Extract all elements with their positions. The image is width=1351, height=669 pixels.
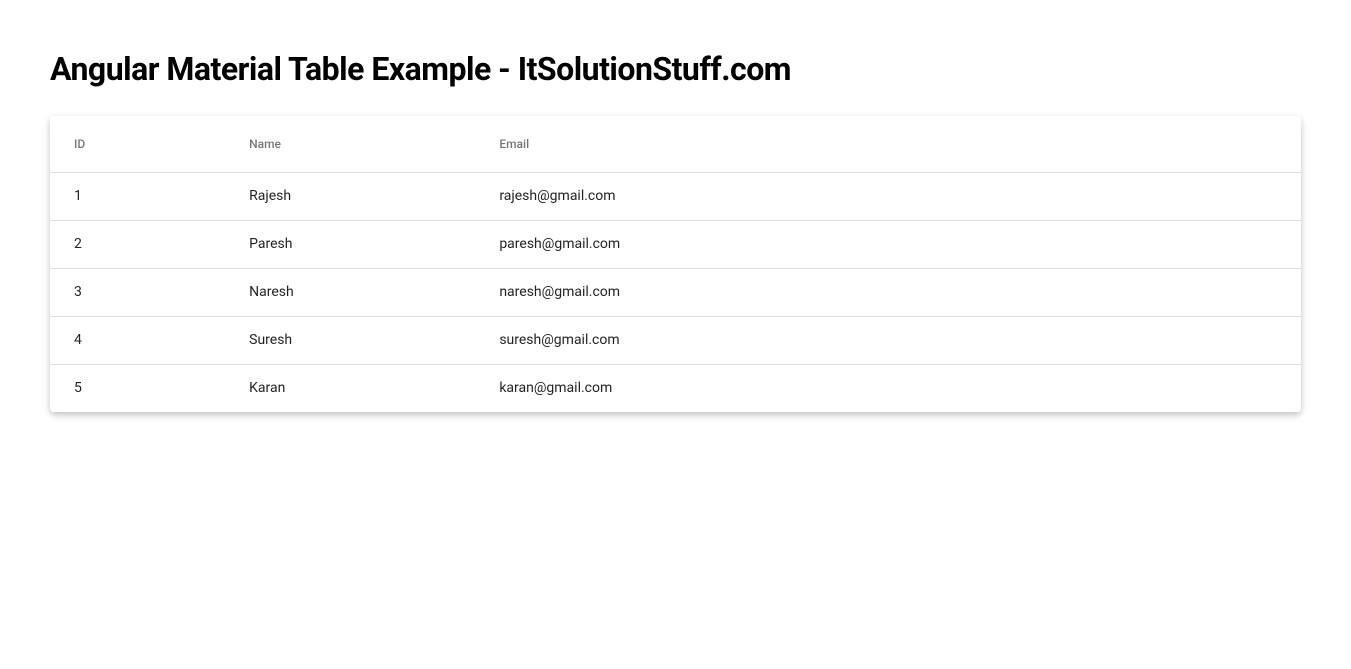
cell-email: suresh@gmail.com	[475, 316, 1301, 364]
table-row: 1 Rajesh rajesh@gmail.com	[50, 172, 1301, 220]
table-card: ID Name Email 1 Rajesh rajesh@gmail.com …	[50, 116, 1301, 412]
cell-id: 4	[50, 316, 225, 364]
column-header-id: ID	[50, 116, 225, 172]
cell-email: paresh@gmail.com	[475, 220, 1301, 268]
data-table: ID Name Email 1 Rajesh rajesh@gmail.com …	[50, 116, 1301, 412]
cell-id: 5	[50, 364, 225, 412]
column-header-name: Name	[225, 116, 475, 172]
page-title: Angular Material Table Example - ItSolut…	[50, 50, 1301, 88]
cell-name: Paresh	[225, 220, 475, 268]
column-header-email: Email	[475, 116, 1301, 172]
table-row: 3 Naresh naresh@gmail.com	[50, 268, 1301, 316]
cell-id: 3	[50, 268, 225, 316]
cell-email: karan@gmail.com	[475, 364, 1301, 412]
table-row: 2 Paresh paresh@gmail.com	[50, 220, 1301, 268]
cell-id: 1	[50, 172, 225, 220]
cell-email: rajesh@gmail.com	[475, 172, 1301, 220]
cell-email: naresh@gmail.com	[475, 268, 1301, 316]
cell-name: Karan	[225, 364, 475, 412]
table-header-row: ID Name Email	[50, 116, 1301, 172]
cell-name: Naresh	[225, 268, 475, 316]
cell-name: Rajesh	[225, 172, 475, 220]
cell-id: 2	[50, 220, 225, 268]
table-row: 4 Suresh suresh@gmail.com	[50, 316, 1301, 364]
table-row: 5 Karan karan@gmail.com	[50, 364, 1301, 412]
cell-name: Suresh	[225, 316, 475, 364]
